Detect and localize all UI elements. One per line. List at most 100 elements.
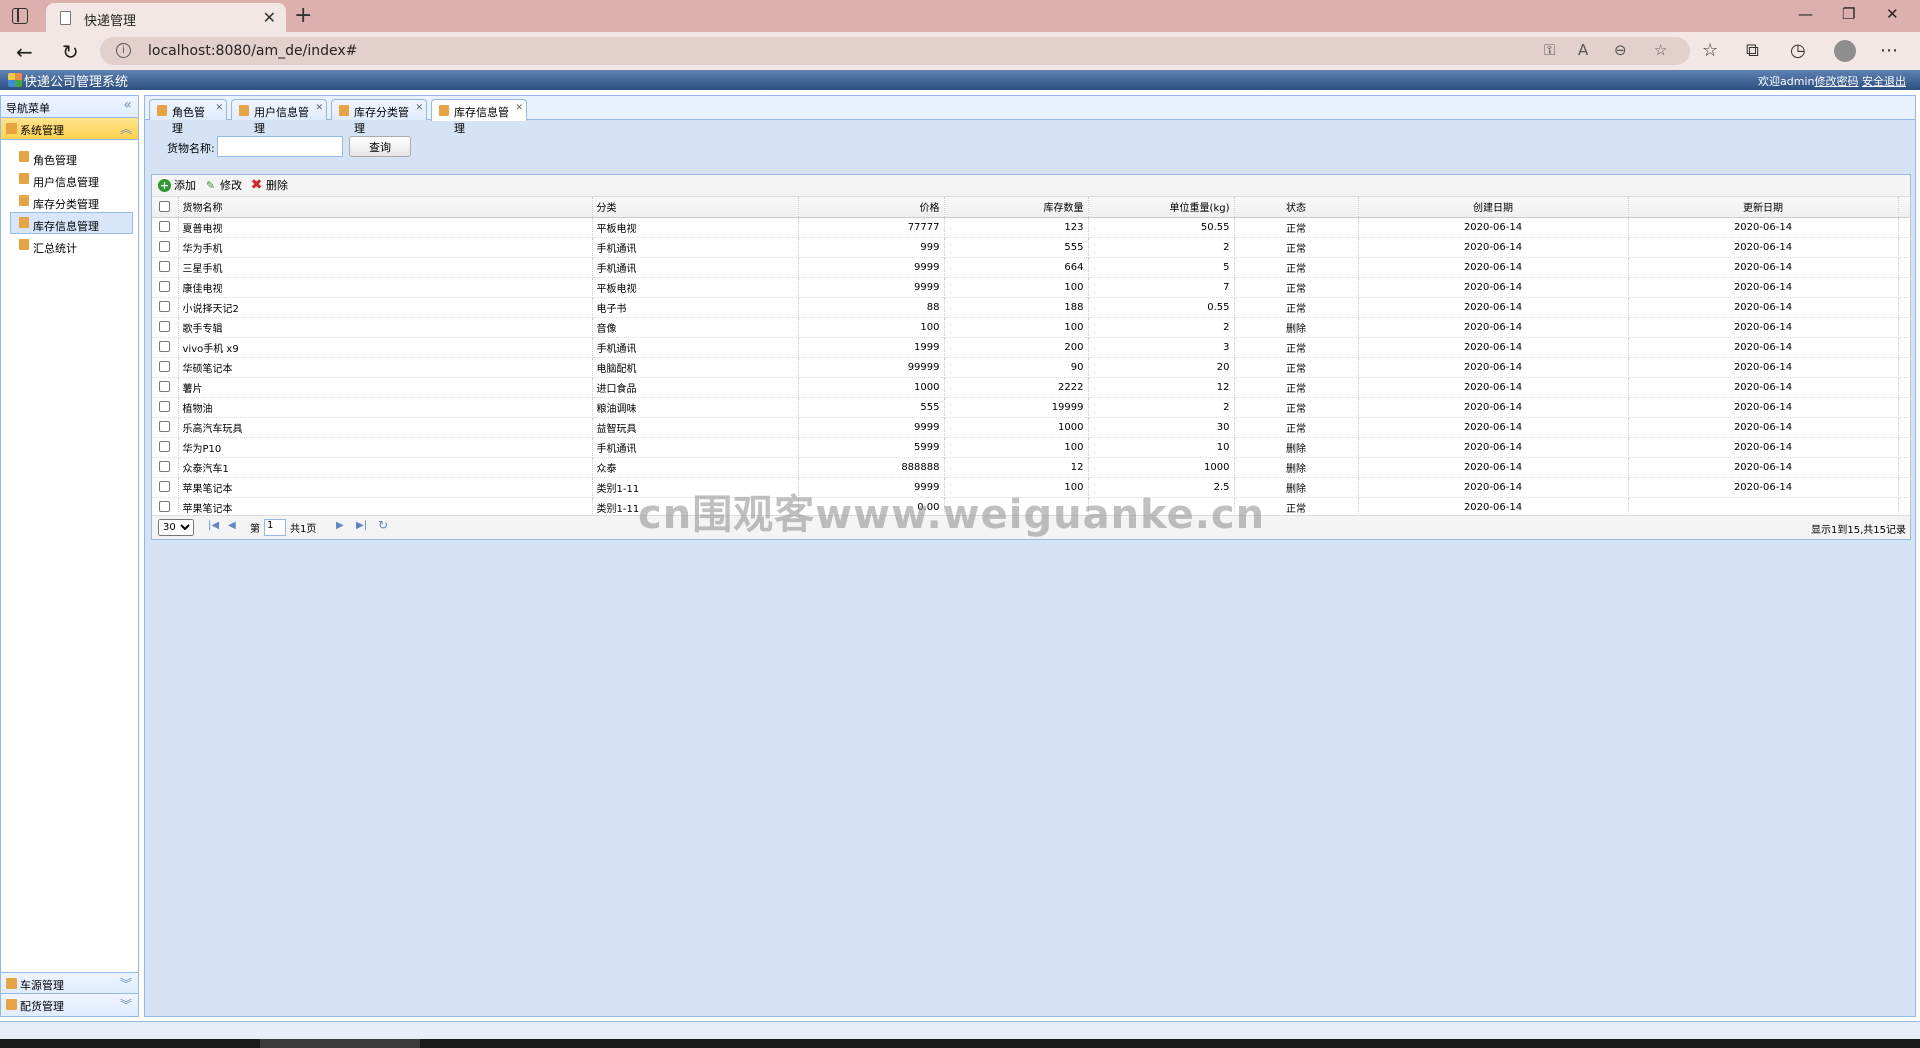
url-field[interactable]: i localhost:8080/am_de/index# ⚿ A ⊖ ☆ [100, 37, 1690, 65]
tab-stock-category[interactable]: 库存分类管理 ✕ [331, 99, 427, 135]
section-system-management[interactable]: 系统管理 ︽ [1, 118, 138, 140]
chevron-down-icon[interactable]: ︾ [120, 996, 132, 1013]
new-tab-icon[interactable]: + [294, 3, 312, 28]
change-password-link[interactable]: 修改密码 [1815, 75, 1859, 88]
table-row[interactable]: 小说择天记2 电子书 88 188 0.55 正常 2020-06-14 2020-06-14 [152, 297, 1911, 318]
favorite-add-icon[interactable]: ☆ [1654, 41, 1667, 59]
sidebar-item-stock-category[interactable]: 库存分类管理 [10, 190, 133, 212]
read-aloud-icon[interactable]: A [1578, 41, 1588, 59]
profile-avatar[interactable] [1834, 40, 1856, 62]
folder-icon [239, 105, 249, 116]
history-icon[interactable]: ◷ [1790, 40, 1806, 61]
search-button[interactable]: 查询 [349, 136, 411, 157]
zoom-out-icon[interactable]: ⊖ [1614, 41, 1627, 59]
close-tab-icon[interactable]: ✕ [515, 103, 523, 113]
favorites-icon[interactable]: ☆ [1702, 40, 1718, 61]
logout-link[interactable]: 安全退出 [1862, 75, 1906, 88]
close-tab-icon[interactable]: ✕ [215, 103, 223, 113]
next-page-icon[interactable]: ▶ [336, 520, 344, 531]
chevron-down-icon[interactable]: ︾ [120, 975, 132, 992]
row-checkbox[interactable] [152, 357, 179, 378]
column-header[interactable]: 库存数量 [944, 197, 1089, 218]
section-distribution-management[interactable]: 配货管理 ︾ [1, 994, 138, 1016]
table-row[interactable]: 植物油 粮油调味 555 19999 2 正常 2020-06-14 2020-06-14 [152, 397, 1911, 418]
tab-stock-info[interactable]: 库存信息管理 ✕ [431, 99, 527, 135]
table-cell: 2020-06-14 [1628, 417, 1899, 438]
minimize-icon[interactable]: — [1798, 5, 1813, 23]
row-checkbox[interactable] [152, 397, 179, 418]
browser-tab[interactable]: 快递管理 ✕ [46, 3, 286, 32]
delete-button[interactable]: ✖ 删除 [250, 178, 288, 194]
row-checkbox[interactable] [152, 317, 179, 338]
table-row[interactable]: 三星手机 手机通讯 9999 664 5 正常 2020-06-14 2020-06-14 [152, 257, 1911, 278]
row-checkbox[interactable] [152, 297, 179, 318]
taskbar-active-app[interactable] [260, 1039, 420, 1048]
table-row[interactable]: 薯片 进口食品 1000 2222 12 正常 2020-06-14 2020-06-14 [152, 377, 1911, 398]
page-number-input[interactable]: 1 [264, 519, 286, 536]
collections-icon[interactable]: ⧉ [1746, 40, 1759, 61]
table-cell: 1000 [798, 377, 945, 398]
add-button[interactable]: + 添加 [158, 178, 196, 194]
row-checkbox[interactable] [152, 377, 179, 398]
key-icon[interactable]: ⚿ [1544, 41, 1555, 59]
chevron-up-icon[interactable]: ︽ [120, 120, 132, 137]
row-checkbox[interactable] [152, 497, 179, 518]
last-page-icon[interactable]: ▶| [356, 520, 367, 531]
table-row[interactable]: 歌手专辑 音像 100 100 2 删除 2020-06-14 2020-06-14 [152, 317, 1911, 338]
column-header[interactable]: 分类 [592, 197, 799, 218]
prev-page-icon[interactable]: ◀ [228, 520, 236, 531]
row-checkbox[interactable] [152, 337, 179, 358]
row-checkbox[interactable] [152, 477, 179, 498]
column-header[interactable]: 单位重量(kg) [1088, 197, 1235, 218]
reload-icon[interactable]: ↻ [378, 518, 388, 532]
back-icon[interactable]: ← [16, 40, 33, 64]
close-tab-icon[interactable]: ✕ [415, 103, 423, 113]
table-row[interactable]: 夏普电视 平板电视 77777 123 50.55 正常 2020-06-14 2020-06… [152, 217, 1911, 238]
row-checkbox[interactable] [152, 277, 179, 298]
refresh-icon[interactable]: ↻ [62, 40, 79, 64]
close-tab-icon[interactable]: ✕ [263, 8, 276, 27]
info-icon[interactable]: i [116, 43, 131, 58]
row-checkbox[interactable] [152, 457, 179, 478]
collapse-nav-icon[interactable]: « [123, 97, 132, 113]
table-row[interactable]: 康佳电视 平板电视 9999 100 7 正常 2020-06-14 2020-06-14 [152, 277, 1911, 298]
row-checkbox[interactable] [152, 217, 179, 238]
sidebar-item-summary[interactable]: 汇总统计 [10, 234, 133, 256]
table-row[interactable]: 华硕笔记本 电脑配机 99999 90 20 正常 2020-06-14 2020-06-14 [152, 357, 1911, 378]
first-page-icon[interactable]: |◀ [208, 520, 219, 531]
column-header[interactable]: 价格 [798, 197, 945, 218]
close-window-icon[interactable]: ✕ [1886, 5, 1899, 23]
row-checkbox[interactable] [152, 237, 179, 258]
table-row[interactable]: 众泰汽车1 众泰 888888 12 1000 删除 2020-06-14 2020-06-1… [152, 457, 1911, 478]
sidebar-item-users[interactable]: 用户信息管理 [10, 168, 133, 190]
table-cell [1628, 497, 1899, 518]
table-row[interactable]: 华为P10 手机通讯 5999 100 10 删除 2020-06-14 2020-06-14 [152, 437, 1911, 458]
row-checkbox[interactable] [152, 417, 179, 438]
select-all-checkbox[interactable] [152, 197, 179, 218]
sidebar-toggle-icon[interactable] [12, 8, 28, 24]
column-header[interactable]: 货物名称 [178, 197, 593, 218]
section-vehicle-management[interactable]: 车源管理 ︾ [1, 972, 138, 994]
page-size-select[interactable]: 30 [158, 519, 194, 536]
table-cell: 正常 [1234, 357, 1359, 378]
table-row[interactable]: vivo手机 x9 手机通讯 1999 200 3 正常 2020-06-14 2020-06… [152, 337, 1911, 358]
table-row[interactable]: 华为手机 手机通讯 999 555 2 正常 2020-06-14 2020-06-14 [152, 237, 1911, 258]
close-tab-icon[interactable]: ✕ [315, 103, 323, 113]
sidebar-item-roles[interactable]: 角色管理 [10, 146, 133, 168]
more-icon[interactable]: ⋯ [1880, 40, 1898, 61]
tab-roles[interactable]: 角色管理 ✕ [149, 99, 227, 135]
row-checkbox[interactable] [152, 437, 179, 458]
goods-name-input[interactable] [217, 136, 343, 157]
edit-button[interactable]: ✎ 修改 [204, 178, 242, 194]
tab-users[interactable]: 用户信息管理 ✕ [231, 99, 327, 135]
table-row[interactable]: 乐高汽车玩具 益智玩具 9999 1000 30 正常 2020-06-14 2020-06-… [152, 417, 1911, 438]
table-cell: 2020-06-14 [1628, 297, 1899, 318]
sidebar-item-stock-info[interactable]: 库存信息管理 [10, 212, 133, 234]
row-checkbox[interactable] [152, 257, 179, 278]
column-header[interactable]: 状态 [1234, 197, 1359, 218]
row-filler [1898, 457, 1911, 478]
column-header[interactable]: 更新日期 [1628, 197, 1899, 218]
table-cell: 进口食品 [592, 377, 799, 398]
restore-icon[interactable]: ❐ [1842, 5, 1855, 23]
column-header[interactable]: 创建日期 [1358, 197, 1629, 218]
